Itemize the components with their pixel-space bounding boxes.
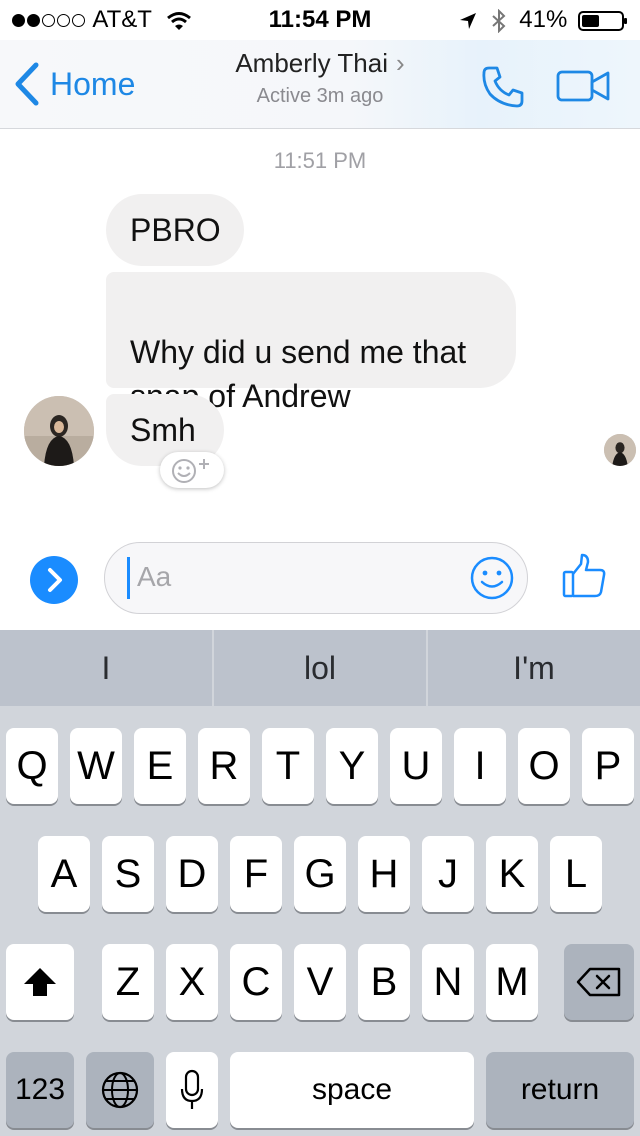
key-n[interactable]: N xyxy=(422,944,474,1020)
location-arrow-icon xyxy=(459,12,476,29)
emoji-icon[interactable] xyxy=(469,555,515,601)
like-button[interactable] xyxy=(560,552,608,605)
read-receipt-avatar xyxy=(604,434,636,466)
key-k[interactable]: K xyxy=(486,836,538,912)
text-cursor xyxy=(127,557,130,599)
nav-bar: Home Amberly Thai › Active 3m ago xyxy=(0,40,640,129)
globe-icon xyxy=(101,1071,139,1109)
read-receipt-photo xyxy=(604,434,636,466)
prediction-item[interactable]: I'm xyxy=(428,630,640,706)
contact-name: Amberly Thai xyxy=(235,48,388,78)
contact-header[interactable]: Amberly Thai › Active 3m ago xyxy=(180,48,460,108)
dictation-key[interactable] xyxy=(166,1052,218,1128)
message-text: Smh xyxy=(130,412,196,448)
message-bubble[interactable]: PBRO xyxy=(106,194,244,266)
key-t[interactable]: T xyxy=(262,728,314,804)
key-h[interactable]: H xyxy=(358,836,410,912)
key-z[interactable]: Z xyxy=(102,944,154,1020)
key-f[interactable]: F xyxy=(230,836,282,912)
key-y[interactable]: Y xyxy=(326,728,378,804)
chevron-left-icon xyxy=(15,62,39,106)
contact-avatar[interactable] xyxy=(24,396,94,466)
key-r[interactable]: R xyxy=(198,728,250,804)
numbers-key[interactable]: 123 xyxy=(6,1052,74,1128)
prediction-item[interactable]: I xyxy=(0,630,212,706)
key-b[interactable]: B xyxy=(358,944,410,1020)
key-w[interactable]: W xyxy=(70,728,122,804)
chevron-right-icon: › xyxy=(396,48,405,78)
keyboard: I lol I'm QWERTYUIOPASDFGHJKLZXCVBNM 123… xyxy=(0,630,640,1136)
back-button[interactable]: Home xyxy=(14,60,135,108)
contact-status: Active 3m ago xyxy=(256,85,384,107)
microphone-icon xyxy=(180,1069,204,1109)
message-text: PBRO xyxy=(130,212,221,248)
phone-icon xyxy=(482,66,524,108)
predictive-bar: I lol I'm xyxy=(0,630,640,706)
backspace-icon xyxy=(576,967,621,997)
globe-key[interactable] xyxy=(86,1052,154,1128)
thumbs-up-icon xyxy=(562,553,606,598)
shift-key[interactable] xyxy=(6,944,74,1020)
avatar-photo xyxy=(24,396,94,466)
prediction-item[interactable]: lol xyxy=(214,630,426,706)
video-call-button[interactable] xyxy=(556,68,610,109)
expand-icon xyxy=(48,568,62,592)
battery-icon xyxy=(578,10,627,31)
message-timestamp: 11:51 PM xyxy=(273,148,367,173)
back-label: Home xyxy=(50,65,136,102)
add-reaction-icon xyxy=(172,459,209,483)
key-c[interactable]: C xyxy=(230,944,282,1020)
key-a[interactable]: A xyxy=(38,836,90,912)
key-g[interactable]: G xyxy=(294,836,346,912)
video-call-icon xyxy=(556,70,610,102)
shift-icon xyxy=(24,968,56,996)
bluetooth-icon xyxy=(491,8,506,34)
message-bubble[interactable]: Why did u send me that snap of Andrew xyxy=(106,272,516,414)
call-button[interactable] xyxy=(480,64,526,115)
key-i[interactable]: I xyxy=(454,728,506,804)
key-q[interactable]: Q xyxy=(6,728,58,804)
delete-key[interactable] xyxy=(564,944,634,1020)
expand-actions-button[interactable] xyxy=(30,556,78,604)
key-j[interactable]: J xyxy=(422,836,474,912)
input-placeholder: Aa xyxy=(137,561,172,592)
status-right: 41% xyxy=(458,6,628,34)
return-key[interactable]: return xyxy=(486,1052,634,1128)
key-u[interactable]: U xyxy=(390,728,442,804)
key-d[interactable]: D xyxy=(166,836,218,912)
key-v[interactable]: V xyxy=(294,944,346,1020)
message-input[interactable]: Aa xyxy=(104,542,528,614)
key-x[interactable]: X xyxy=(166,944,218,1020)
key-o[interactable]: O xyxy=(518,728,570,804)
battery-percent: 41% xyxy=(519,6,568,33)
key-l[interactable]: L xyxy=(550,836,602,912)
key-m[interactable]: M xyxy=(486,944,538,1020)
key-p[interactable]: P xyxy=(582,728,634,804)
status-bar: AT&T 11:54 PM 41% xyxy=(0,0,640,40)
add-reaction-button[interactable] xyxy=(160,452,224,488)
key-e[interactable]: E xyxy=(134,728,186,804)
key-s[interactable]: S xyxy=(102,836,154,912)
space-key[interactable]: space xyxy=(230,1052,474,1128)
